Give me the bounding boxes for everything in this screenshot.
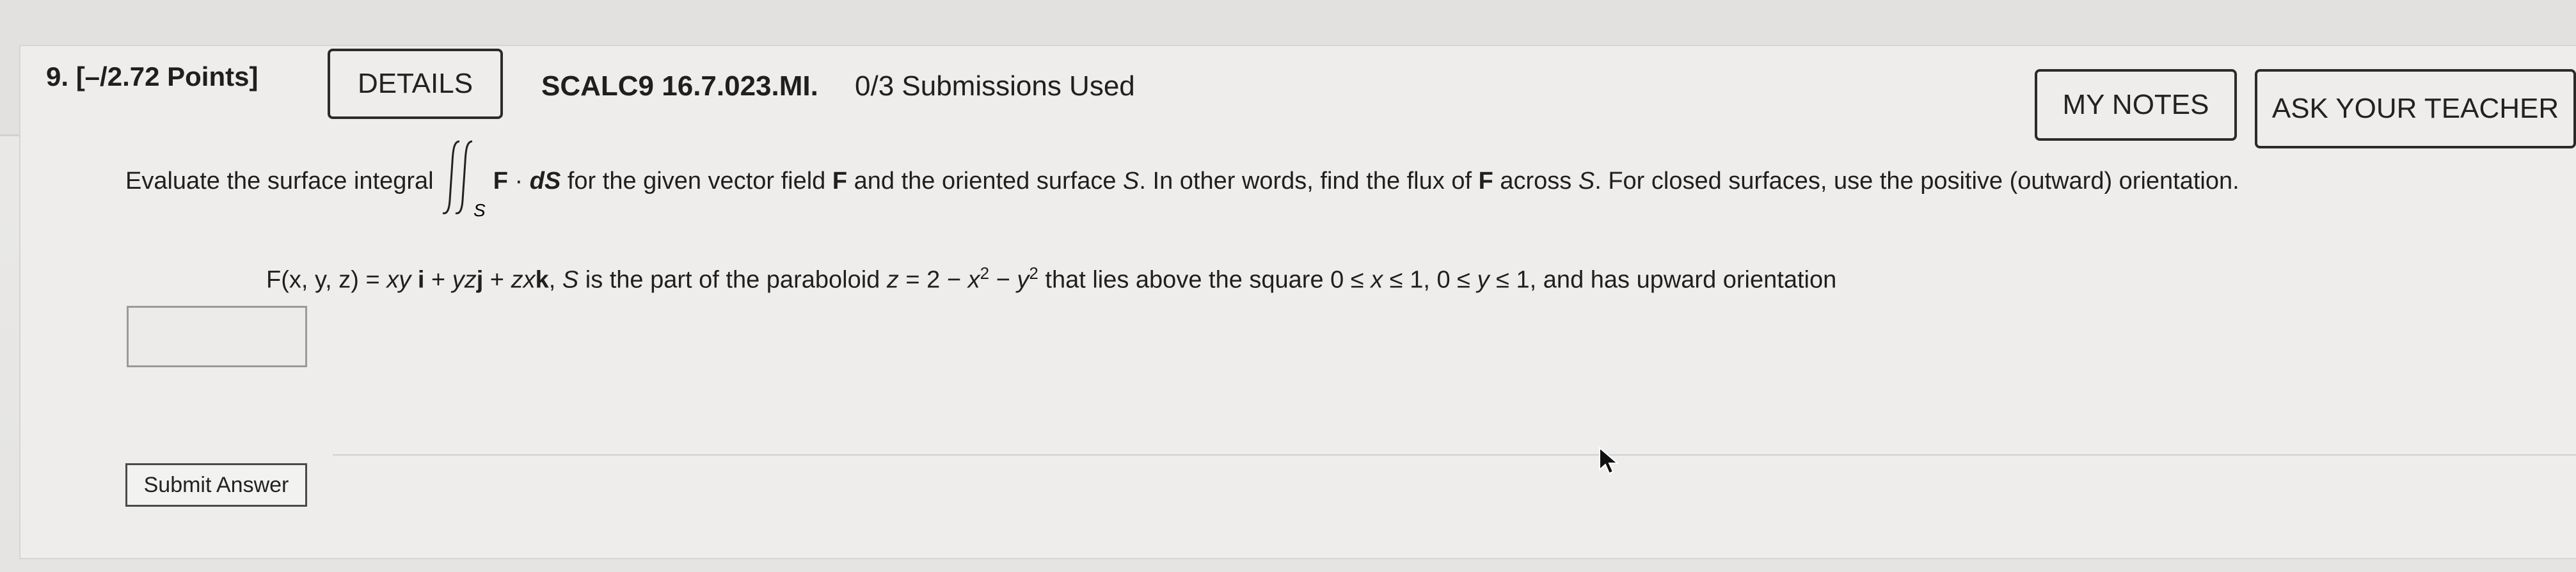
dot-operator: ·	[507, 168, 530, 195]
vector-field-formula: F(x, y, z) = xy i + yzj + zxk, S is the …	[266, 264, 1836, 294]
problem-intro: Evaluate the surface integral	[125, 168, 434, 195]
formula-x2: x	[1371, 266, 1383, 294]
formula-j: j	[476, 266, 484, 294]
double-integral-symbol: S	[440, 140, 486, 219]
ask-teacher-button[interactable]: ASK YOUR TEACHER	[2255, 69, 2576, 148]
formula-desc3: ≤ 1, 0 ≤	[1383, 266, 1477, 294]
problem-S2: S	[1578, 168, 1595, 195]
page: 9. [–/2.72 Points] DETAILS SCALC9 16.7.0…	[0, 0, 2576, 572]
formula-comma: ,	[548, 266, 562, 294]
integrand-dS: dS	[529, 168, 561, 195]
formula-k: k	[535, 266, 549, 294]
integral-subscript: S	[473, 200, 486, 219]
formula-desc4: ≤ 1, and has upward orientation	[1489, 266, 1837, 294]
mouse-pointer-icon	[1598, 446, 1620, 479]
problem-S: S	[1123, 168, 1140, 195]
formula-exp2: 2	[1029, 264, 1038, 283]
formula-y: y	[1017, 266, 1030, 294]
submit-answer-button[interactable]: Submit Answer	[125, 463, 307, 507]
formula-plus1: +	[424, 266, 452, 294]
divider	[333, 454, 2576, 456]
my-notes-button[interactable]: MY NOTES	[2035, 69, 2237, 141]
formula-plus2: +	[483, 266, 511, 294]
formula-zx: zx	[511, 266, 536, 294]
problem-text-a: for the given vector field	[561, 168, 832, 195]
details-button[interactable]: DETAILS	[328, 49, 503, 119]
problem-F: F	[832, 168, 848, 195]
formula-z: z	[886, 266, 899, 294]
problem-text-c: . In other words, find the flux of	[1139, 168, 1479, 195]
formula-yz: yz	[452, 266, 477, 294]
formula-minus: −	[989, 266, 1017, 294]
formula-eq: = 2 −	[898, 266, 968, 294]
submissions-count: 0/3 Submissions Used	[855, 70, 1135, 102]
formula-exp1: 2	[980, 264, 990, 283]
course-code: SCALC9 16.7.023.MI.	[541, 70, 818, 102]
problem-text-d: across	[1493, 168, 1578, 195]
problem-text-e: . For closed surfaces, use the positive …	[1594, 168, 2239, 195]
problem-F2: F	[1478, 168, 1493, 195]
formula-x: x	[967, 266, 980, 294]
problem-statement: Evaluate the surface integral S F · dS f…	[125, 140, 2239, 219]
formula-i: i	[417, 266, 425, 294]
answer-input[interactable]	[127, 306, 307, 367]
question-number: 9. [–/2.72 Points]	[46, 61, 258, 91]
formula-y2: y	[1477, 266, 1490, 294]
formula-desc2: that lies above the square 0 ≤	[1038, 266, 1371, 294]
formula-xy: xy	[386, 266, 411, 294]
integrand-F: F	[493, 168, 508, 195]
formula-S: S	[562, 266, 579, 294]
problem-text-b: and the oriented surface	[847, 168, 1124, 195]
formula-lhs: F(x, y, z) =	[266, 266, 387, 294]
formula-desc1: is the part of the paraboloid	[578, 266, 887, 294]
